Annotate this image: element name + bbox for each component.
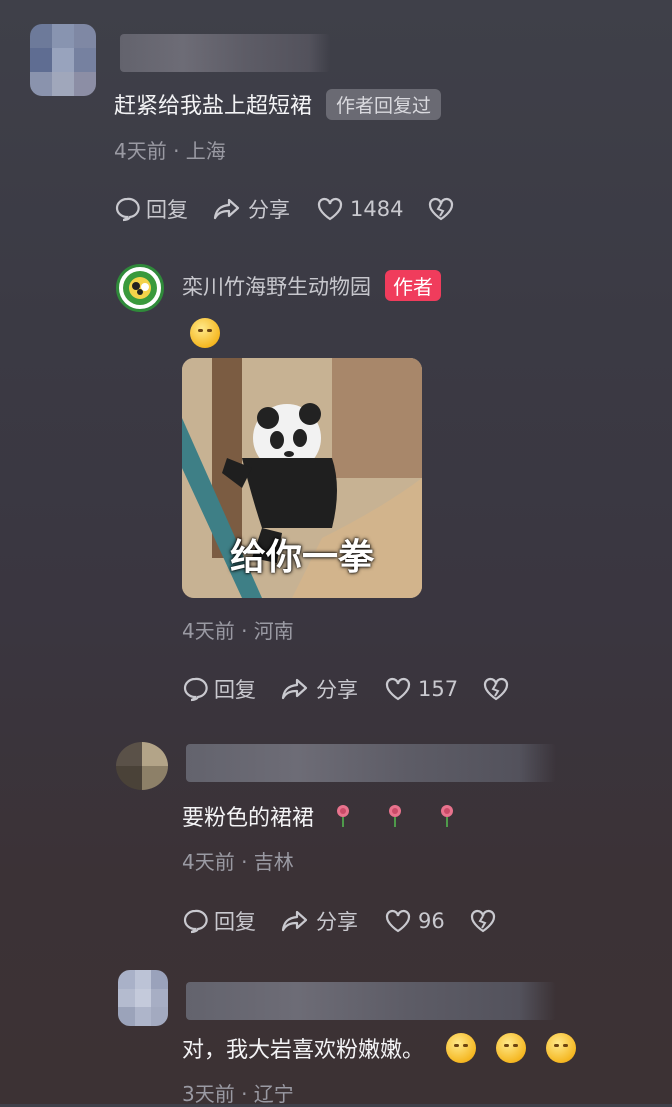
comment-body: 对，我大岩喜欢粉嫩嫩。 [182, 1032, 577, 1064]
share-button[interactable]: 分享 [280, 906, 358, 936]
like-button[interactable]: 157 [384, 676, 458, 702]
dislike-button[interactable] [469, 908, 497, 934]
comment-meta: 4天前 · 上海 [114, 139, 226, 163]
rose-emoji-icon [389, 805, 402, 827]
username[interactable] [186, 744, 556, 782]
broken-heart-icon [470, 909, 495, 933]
like-button[interactable]: 1484 [316, 196, 403, 222]
reply-button[interactable]: 回复 [182, 906, 256, 936]
share-icon [213, 198, 240, 220]
comment-body: 赶紧给我盐上超短裙 作者回复过 [114, 88, 442, 120]
avatar[interactable] [30, 24, 96, 96]
avatar[interactable] [116, 742, 168, 790]
rose-emoji-icon [337, 805, 350, 827]
reply-icon [115, 197, 140, 222]
action-bar: 回复 分享 157 [182, 674, 510, 704]
share-button[interactable]: 分享 [212, 194, 290, 224]
reply-icon [183, 909, 208, 934]
like-count: 1484 [350, 197, 404, 221]
comment-meta: 4天前 · 河南 [182, 619, 294, 643]
share-label: 分享 [316, 678, 358, 702]
share-label: 分享 [248, 198, 290, 222]
action-bar: 回复 分享 96 [182, 906, 497, 936]
meme-caption: 给你一拳 [229, 537, 374, 578]
avatar[interactable] [118, 970, 168, 1026]
broken-heart-icon [483, 677, 509, 701]
smirk-emoji-icon [446, 1033, 477, 1063]
heart-icon [385, 677, 411, 701]
meme-image[interactable]: 给你一拳 [182, 358, 422, 598]
author-avatar[interactable] [116, 264, 164, 312]
share-icon [281, 910, 308, 932]
author-name[interactable]: 栾川竹海野生动物园 [182, 271, 371, 301]
share-button[interactable]: 分享 [280, 674, 358, 704]
reply-button[interactable]: 回复 [114, 194, 188, 224]
author-badge: 作者 [385, 270, 441, 301]
dislike-button[interactable] [482, 676, 510, 702]
comment-text: 对，我大岩喜欢粉嫩嫩。 [182, 1038, 425, 1063]
reply-label: 回复 [214, 678, 256, 702]
heart-icon [317, 197, 343, 221]
smirk-emoji-icon [546, 1033, 577, 1063]
comment-text: 要粉色的裙裙 [182, 806, 315, 831]
action-bar: 回复 分享 1484 [114, 194, 455, 224]
author-replied-badge: 作者回复过 [326, 88, 442, 120]
reply-label: 回复 [146, 198, 188, 222]
like-count: 157 [418, 677, 459, 701]
heart-icon [385, 909, 411, 933]
share-label: 分享 [316, 910, 358, 934]
reply-label: 回复 [214, 910, 256, 934]
zoo-logo-icon [123, 271, 157, 305]
username[interactable] [120, 34, 330, 72]
comment-meta: 3天前 · 辽宁 [182, 1082, 294, 1106]
reply-button[interactable]: 回复 [182, 674, 256, 704]
comment-meta: 4天前 · 吉林 [182, 850, 294, 874]
username[interactable] [186, 982, 556, 1020]
reply-icon [183, 677, 208, 702]
share-icon [281, 678, 308, 700]
comment-body: 要粉色的裙裙 [182, 800, 458, 832]
like-count: 96 [418, 909, 445, 933]
dislike-button[interactable] [427, 196, 455, 222]
broken-heart-icon [429, 197, 454, 221]
rose-emoji-icon [441, 805, 454, 827]
smirk-emoji-icon [496, 1033, 527, 1063]
like-button[interactable]: 96 [384, 908, 445, 934]
comment-text: 赶紧给我盐上超短裙 [114, 94, 313, 119]
surprised-emoji-icon [190, 318, 220, 348]
